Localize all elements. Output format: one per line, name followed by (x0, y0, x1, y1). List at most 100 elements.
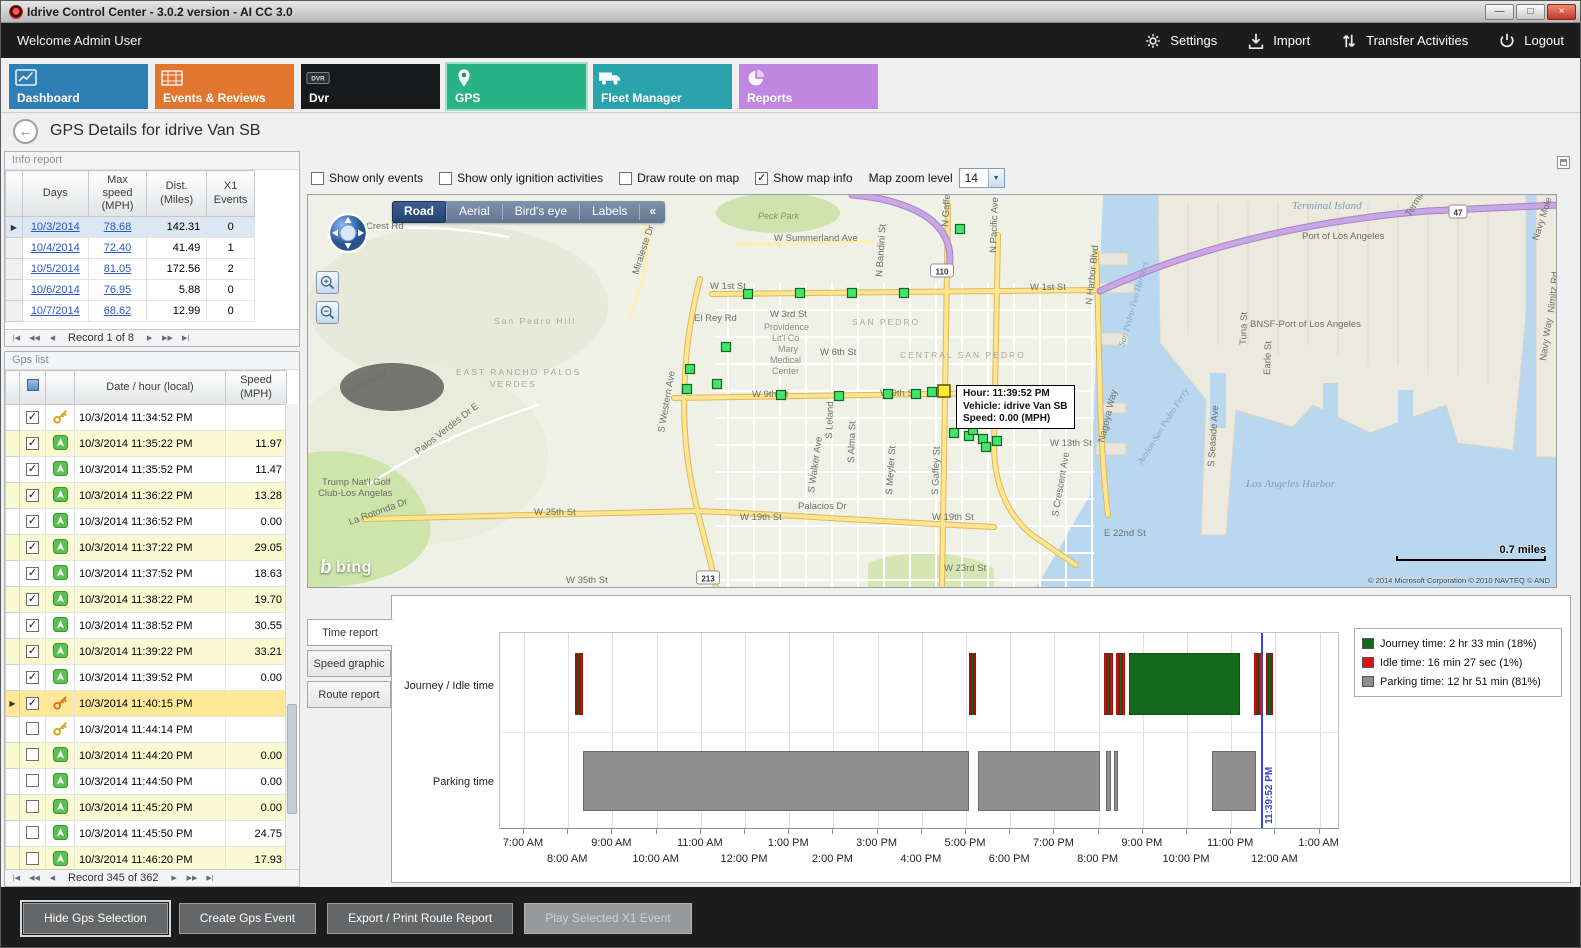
gps-row[interactable]: 10/3/2014 11:39:52 PM0.00 (6, 665, 287, 691)
create-gps-event-button[interactable]: Create Gps Event (179, 903, 316, 934)
gps-marker[interactable] (777, 391, 786, 400)
checkbox[interactable] (439, 172, 452, 185)
row-checkbox[interactable] (26, 671, 39, 684)
row-checkbox[interactable] (26, 697, 39, 710)
max-speed-link[interactable]: 76.95 (104, 284, 132, 296)
day-link[interactable]: 10/3/2014 (31, 221, 80, 233)
logout-button[interactable]: Logout (1498, 32, 1564, 50)
table-row[interactable]: 10/6/201476.955.880 (6, 280, 255, 301)
gps-marker[interactable] (848, 289, 857, 298)
row-checkbox[interactable] (26, 541, 39, 554)
chart-tab-speed-graphic[interactable]: Speed graphic (307, 650, 391, 677)
row-checkbox[interactable] (26, 774, 39, 787)
option-show-map-info[interactable]: Show map info (755, 171, 852, 185)
checkbox[interactable] (755, 172, 768, 185)
gps-row[interactable]: 10/3/2014 11:37:22 PM29.05 (6, 535, 287, 561)
map-compass[interactable] (326, 211, 370, 255)
settings-button[interactable]: Settings (1144, 32, 1217, 50)
day-link[interactable]: 10/4/2014 (31, 242, 80, 254)
gps-row[interactable]: 10/3/2014 11:44:14 PM (6, 717, 287, 743)
import-button[interactable]: Import (1247, 32, 1310, 50)
gps-marker[interactable] (686, 365, 695, 374)
pager-first-button[interactable]: |◀ (8, 871, 25, 885)
scrollbar-thumb[interactable] (287, 704, 297, 814)
row-checkbox[interactable] (26, 645, 39, 658)
pager-prev-button[interactable]: ◀ (44, 871, 61, 885)
tab-dvr[interactable]: DVRDvr (301, 64, 440, 109)
gps-row[interactable]: 10/3/2014 11:39:22 PM33.21 (6, 639, 287, 665)
zoom-out-button[interactable] (316, 301, 339, 324)
day-link[interactable]: 10/5/2014 (31, 263, 80, 275)
map-panel-maximize-button[interactable] (1557, 156, 1570, 169)
pager-last-button[interactable]: ▶| (177, 331, 194, 345)
pager-last-button[interactable]: ▶| (202, 871, 219, 885)
table-row[interactable]: 10/5/201481.05172.562 (6, 259, 255, 280)
pager-prev-button[interactable]: ◀ (44, 331, 61, 345)
gps-row[interactable]: 10/3/2014 11:45:50 PM24.75 (6, 821, 287, 847)
map-view-road[interactable]: Road (392, 201, 446, 223)
gps-marker[interactable] (982, 443, 991, 452)
row-checkbox[interactable] (26, 619, 39, 632)
pager-fast-prev-button[interactable]: ◀◀ (26, 871, 43, 885)
gps-marker[interactable] (744, 290, 753, 299)
row-checkbox[interactable] (26, 489, 39, 502)
row-checkbox[interactable] (26, 411, 39, 424)
tab-dashboard[interactable]: Dashboard (9, 64, 148, 109)
gps-row[interactable]: 10/3/2014 11:36:22 PM13.28 (6, 483, 287, 509)
gps-row[interactable]: 10/3/2014 11:38:22 PM19.70 (6, 587, 287, 613)
checkbox[interactable] (619, 172, 632, 185)
gps-row[interactable]: 10/3/2014 11:35:52 PM11.47 (6, 457, 287, 483)
gps-marker[interactable] (900, 289, 909, 298)
row-checkbox[interactable] (26, 722, 39, 735)
gps-row[interactable]: 10/3/2014 11:34:52 PM (6, 405, 287, 431)
map-canvas[interactable]: Crest RdPeck ParkW Summerland AveMirales… (307, 194, 1557, 588)
gps-row[interactable]: 10/3/2014 11:35:22 PM11.97 (6, 431, 287, 457)
gps-row[interactable]: 10/3/2014 11:44:20 PM0.00 (6, 743, 287, 769)
tab-reports[interactable]: Reports (739, 64, 878, 109)
back-button[interactable]: ← (13, 119, 38, 144)
gps-marker[interactable] (950, 429, 959, 438)
transfer-activities-button[interactable]: Transfer Activities (1340, 32, 1468, 50)
day-link[interactable]: 10/6/2014 (31, 284, 80, 296)
column-header-speed[interactable]: Speed (MPH) (226, 371, 287, 405)
gps-marker[interactable] (993, 437, 1002, 446)
selected-gps-marker[interactable] (938, 385, 950, 397)
gps-row[interactable]: 10/3/2014 11:36:52 PM0.00 (6, 509, 287, 535)
gps-marker[interactable] (722, 343, 731, 352)
hide-gps-selection-button[interactable]: Hide Gps Selection (23, 903, 168, 934)
zoom-in-button[interactable] (316, 271, 339, 294)
zoom-level-select[interactable]: 14▼ (959, 168, 1005, 188)
gps-list-scrollbar[interactable] (285, 404, 298, 870)
gps-row[interactable]: 10/3/2014 11:38:52 PM30.55 (6, 613, 287, 639)
row-checkbox[interactable] (26, 437, 39, 450)
pager-fast-next-button[interactable]: ▶▶ (184, 871, 201, 885)
gps-marker[interactable] (956, 225, 965, 234)
pager-fast-prev-button[interactable]: ◀◀ (26, 331, 43, 345)
tab-events-reviews[interactable]: Events & Reviews (155, 64, 294, 109)
pager-first-button[interactable]: |◀ (8, 331, 25, 345)
row-checkbox[interactable] (26, 463, 39, 476)
column-header-dist-miles[interactable]: Dist. (Miles) (147, 171, 207, 217)
gps-marker[interactable] (835, 392, 844, 401)
gps-row[interactable]: 10/3/2014 11:45:20 PM0.00 (6, 795, 287, 821)
tab-gps[interactable]: GPS (447, 64, 586, 109)
row-checkbox[interactable] (26, 567, 39, 580)
checkbox[interactable] (311, 172, 324, 185)
row-checkbox[interactable] (26, 800, 39, 813)
option-draw-route-on-map[interactable]: Draw route on map (619, 171, 739, 185)
column-header-date-hour[interactable]: Date / hour (local) (75, 371, 226, 405)
minimize-button[interactable]: — (1485, 4, 1514, 20)
max-speed-link[interactable]: 78.68 (104, 221, 132, 233)
row-checkbox[interactable] (26, 515, 39, 528)
max-speed-link[interactable]: 68.62 (104, 305, 132, 317)
chart-tab-route-report[interactable]: Route report (307, 681, 391, 708)
max-speed-link[interactable]: 81.05 (104, 263, 132, 275)
table-row[interactable]: 10/4/201472.4041.491 (6, 238, 255, 259)
row-checkbox[interactable] (26, 826, 39, 839)
table-row[interactable]: 10/7/201468.6212.990 (6, 301, 255, 322)
column-header-max-speed-mph[interactable]: Max speed (MPH) (88, 171, 146, 217)
export-print-route-report-button[interactable]: Export / Print Route Report (327, 903, 513, 934)
gps-marker[interactable] (884, 390, 893, 399)
map-view-aerial[interactable]: Aerial (447, 201, 502, 223)
gps-marker[interactable] (713, 380, 722, 389)
